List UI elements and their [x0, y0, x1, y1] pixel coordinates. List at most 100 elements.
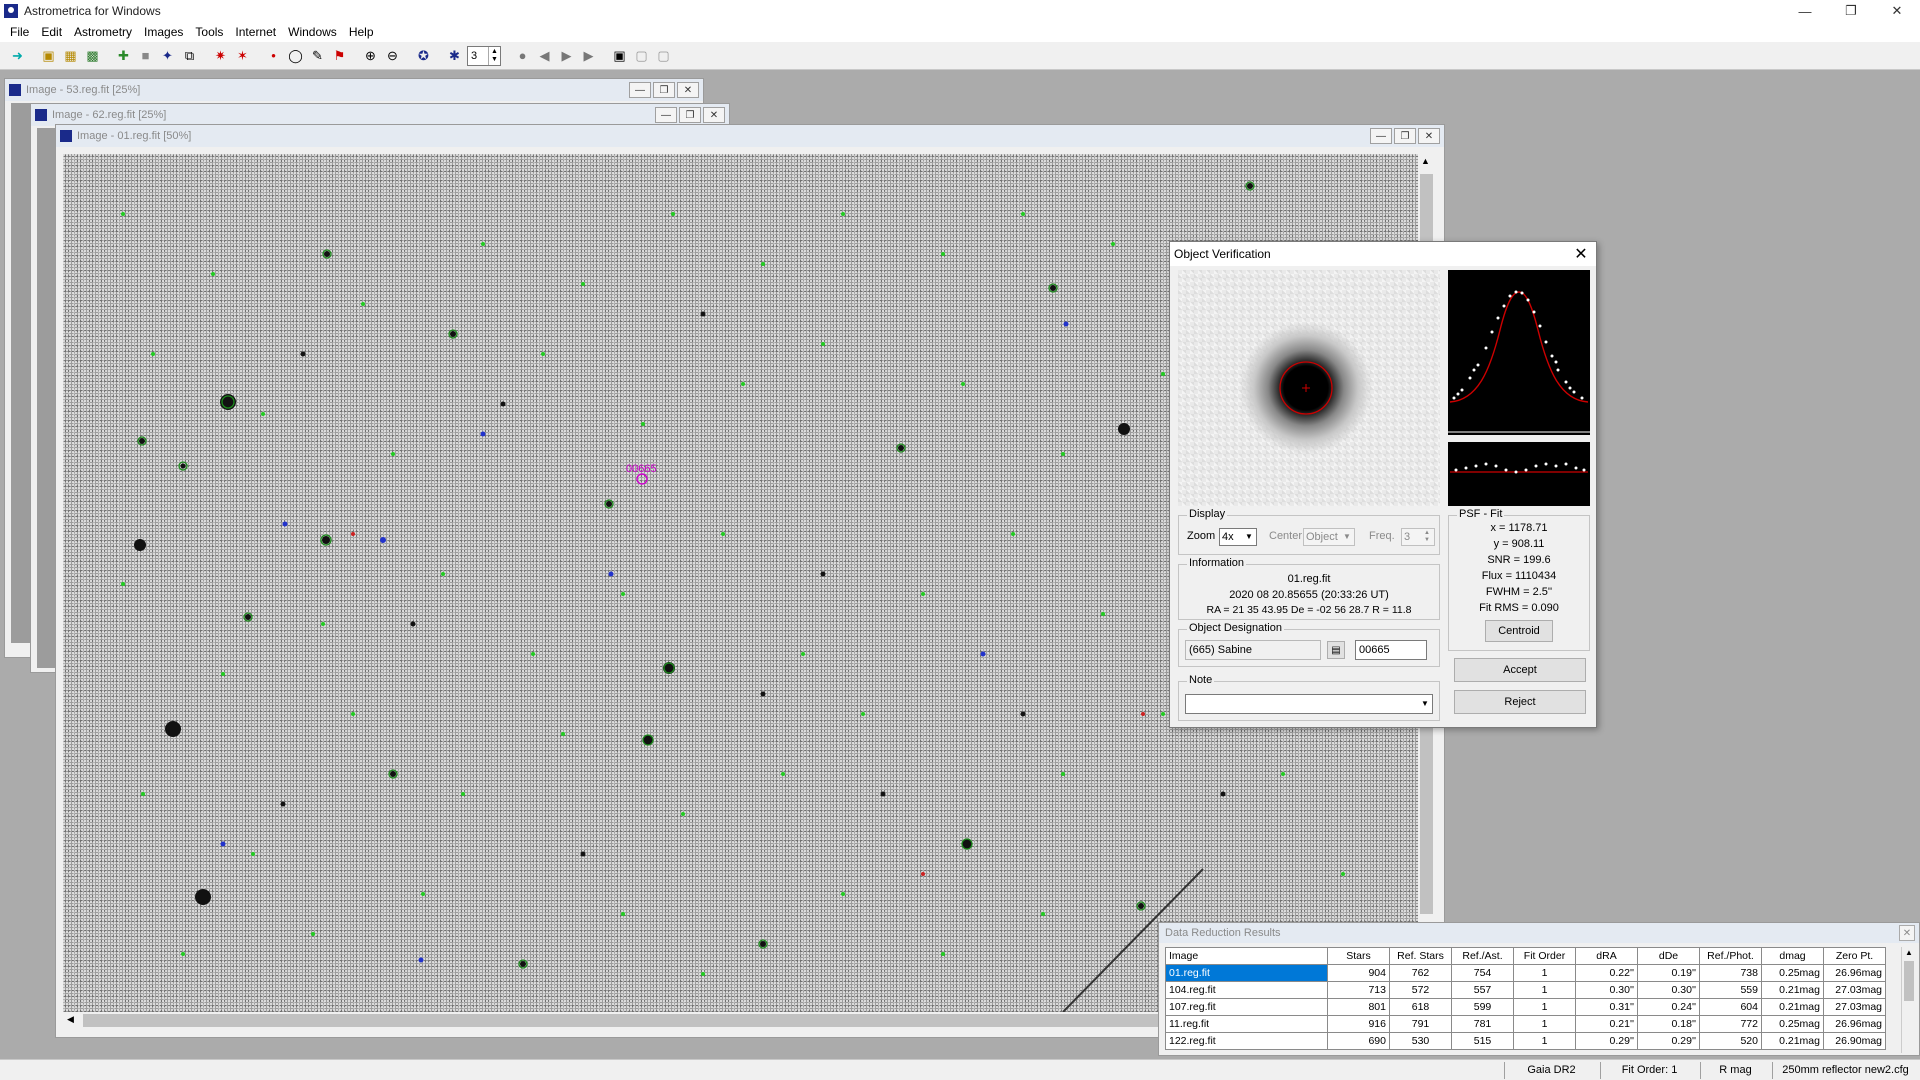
- status-config: 250mm reflector new2.cfg: [1772, 1062, 1918, 1079]
- minimize-icon[interactable]: —: [1370, 128, 1392, 144]
- reject-button[interactable]: Reject: [1454, 690, 1586, 714]
- stars-icon[interactable]: ✦: [158, 46, 177, 65]
- cell-image: 11.reg.fit: [1165, 1015, 1328, 1033]
- close-icon[interactable]: ✕: [1874, 0, 1920, 22]
- list-icon: ▤: [1331, 644, 1341, 656]
- restore-icon[interactable]: ❐: [679, 107, 701, 123]
- col-ref-ast[interactable]: Ref./Ast.: [1451, 947, 1514, 965]
- table-row[interactable]: 107.reg.fit 801 618 599 1 0.31'' 0.24'' …: [1165, 998, 1886, 1016]
- open-folder-icon[interactable]: ▦: [61, 46, 80, 65]
- record-icon[interactable]: ●: [513, 46, 532, 65]
- menu-help[interactable]: Help: [343, 25, 380, 39]
- point-icon[interactable]: •: [264, 46, 283, 65]
- catalog-icon[interactable]: ✪: [414, 46, 433, 65]
- minimize-icon[interactable]: —: [629, 82, 651, 98]
- col-stars[interactable]: Stars: [1327, 947, 1390, 965]
- cell-ref-phot: 772: [1699, 1015, 1762, 1033]
- image-53-view[interactable]: [11, 103, 31, 643]
- zoom-out-icon[interactable]: ⊖: [383, 46, 402, 65]
- status-fit-order: Fit Order: 1: [1600, 1062, 1698, 1079]
- app-titlebar: Astrometrica for Windows — ❐ ✕: [0, 0, 1920, 22]
- table-row[interactable]: 122.reg.fit 690 530 515 1 0.29'' 0.29'' …: [1165, 1032, 1886, 1050]
- blink-icon[interactable]: ✷: [211, 46, 230, 65]
- col-dmag[interactable]: dmag: [1761, 947, 1824, 965]
- scroll-up-icon[interactable]: ▲: [1905, 948, 1913, 957]
- window-icon[interactable]: ▢: [632, 46, 651, 65]
- menu-tools[interactable]: Tools: [189, 25, 229, 39]
- image-window-53-titlebar[interactable]: Image - 53.reg.fit [25%] — ❐ ✕: [5, 79, 703, 101]
- restore-icon[interactable]: ❐: [653, 82, 675, 98]
- chevron-down-icon: ▼: [1343, 532, 1351, 541]
- chevron-down-icon[interactable]: ▼: [1242, 529, 1256, 545]
- menu-file[interactable]: File: [4, 25, 35, 39]
- centroid-button[interactable]: Centroid: [1485, 620, 1553, 642]
- cell-fit-order: 1: [1513, 1032, 1576, 1050]
- close-icon[interactable]: ✕: [1899, 925, 1915, 941]
- note-select[interactable]: ▼: [1185, 694, 1433, 714]
- col-dra[interactable]: dRA: [1575, 947, 1638, 965]
- col-ref-phot[interactable]: Ref./Phot.: [1699, 947, 1762, 965]
- close-icon[interactable]: ✕: [1418, 128, 1440, 144]
- add-icon[interactable]: ✚: [114, 46, 133, 65]
- arrow-icon[interactable]: ➜: [8, 46, 27, 65]
- image-window-62-titlebar[interactable]: Image - 62.reg.fit [25%] — ❐ ✕: [31, 104, 729, 126]
- image-62-view[interactable]: [37, 128, 57, 668]
- cell-dmag: 0.21mag: [1761, 998, 1824, 1016]
- menu-images[interactable]: Images: [138, 25, 189, 39]
- col-zero-pt[interactable]: Zero Pt.: [1823, 947, 1886, 965]
- col-image[interactable]: Image: [1165, 947, 1328, 965]
- load-images-icon[interactable]: ▩: [83, 46, 102, 65]
- open-image-icon[interactable]: ▣: [39, 46, 58, 65]
- inspect-icon[interactable]: ▣: [610, 46, 629, 65]
- zoom-select[interactable]: 4x ▼: [1219, 528, 1257, 546]
- table-row[interactable]: 11.reg.fit 916 791 781 1 0.21'' 0.18'' 7…: [1165, 1015, 1886, 1033]
- restore-icon[interactable]: ❐: [1394, 128, 1416, 144]
- object-zoom-view[interactable]: [1178, 270, 1440, 506]
- menu-internet[interactable]: Internet: [229, 25, 282, 39]
- psf-plot-svg: [1448, 290, 1590, 433]
- menu-bar: File Edit Astrometry Images Tools Intern…: [0, 22, 1920, 42]
- flag-icon[interactable]: ⚑: [330, 46, 349, 65]
- blink-stack-icon[interactable]: ✱: [445, 46, 464, 65]
- close-icon[interactable]: ✕: [703, 107, 725, 123]
- col-ref-stars[interactable]: Ref. Stars: [1389, 947, 1452, 965]
- designation-number-field[interactable]: 00665: [1355, 640, 1427, 660]
- image-window-01-titlebar[interactable]: Image - 01.reg.fit [50%] — ❐ ✕: [56, 125, 1444, 147]
- menu-astrometry[interactable]: Astrometry: [68, 25, 138, 39]
- copy-icon[interactable]: ⧉: [180, 46, 199, 65]
- table-row[interactable]: 104.reg.fit 713 572 557 1 0.30'' 0.30'' …: [1165, 981, 1886, 999]
- circle-icon[interactable]: ◯: [286, 46, 305, 65]
- zoom-in-icon[interactable]: ⊕: [361, 46, 380, 65]
- chevron-down-icon[interactable]: ▼: [1418, 695, 1432, 713]
- center-label: Center: [1269, 530, 1303, 542]
- play-icon[interactable]: ▶: [557, 46, 576, 65]
- next-icon[interactable]: ▶: [579, 46, 598, 65]
- results-vertical-scrollbar[interactable]: ▲: [1901, 947, 1915, 1053]
- cell-image: 01.reg.fit: [1165, 964, 1328, 982]
- previous-icon[interactable]: ◀: [535, 46, 554, 65]
- cell-ref-ast: 515: [1451, 1032, 1514, 1050]
- close-icon[interactable]: ✕: [1566, 244, 1596, 264]
- edit-icon[interactable]: ✎: [308, 46, 327, 65]
- scrollbar-thumb[interactable]: [1904, 961, 1914, 1001]
- psf-flux: Flux = 1110434: [1481, 570, 1557, 582]
- close-icon[interactable]: ✕: [677, 82, 699, 98]
- menu-edit[interactable]: Edit: [35, 25, 68, 39]
- track-icon[interactable]: ✶: [233, 46, 252, 65]
- spin-arrows-icon[interactable]: ▲ ▼: [488, 46, 500, 65]
- scroll-left-icon[interactable]: ◀: [67, 1014, 74, 1025]
- table-row[interactable]: 01.reg.fit 904 762 754 1 0.22'' 0.19'' 7…: [1165, 964, 1886, 982]
- col-dde[interactable]: dDe: [1637, 947, 1700, 965]
- scroll-up-icon[interactable]: ▲: [1421, 156, 1430, 166]
- menu-windows[interactable]: Windows: [282, 25, 343, 39]
- frame-spinner-value[interactable]: 3: [468, 47, 488, 65]
- minimize-icon[interactable]: —: [655, 107, 677, 123]
- accept-button[interactable]: Accept: [1454, 658, 1586, 682]
- restore-icon[interactable]: ❐: [1828, 0, 1874, 22]
- gray-square-icon[interactable]: ■: [136, 46, 155, 65]
- lookup-button[interactable]: ▤: [1327, 641, 1345, 659]
- frame-spinner[interactable]: 3 ▲ ▼: [467, 45, 501, 66]
- window2-icon[interactable]: ▢: [654, 46, 673, 65]
- minimize-icon[interactable]: —: [1782, 0, 1828, 22]
- col-fit-order[interactable]: Fit Order: [1513, 947, 1576, 965]
